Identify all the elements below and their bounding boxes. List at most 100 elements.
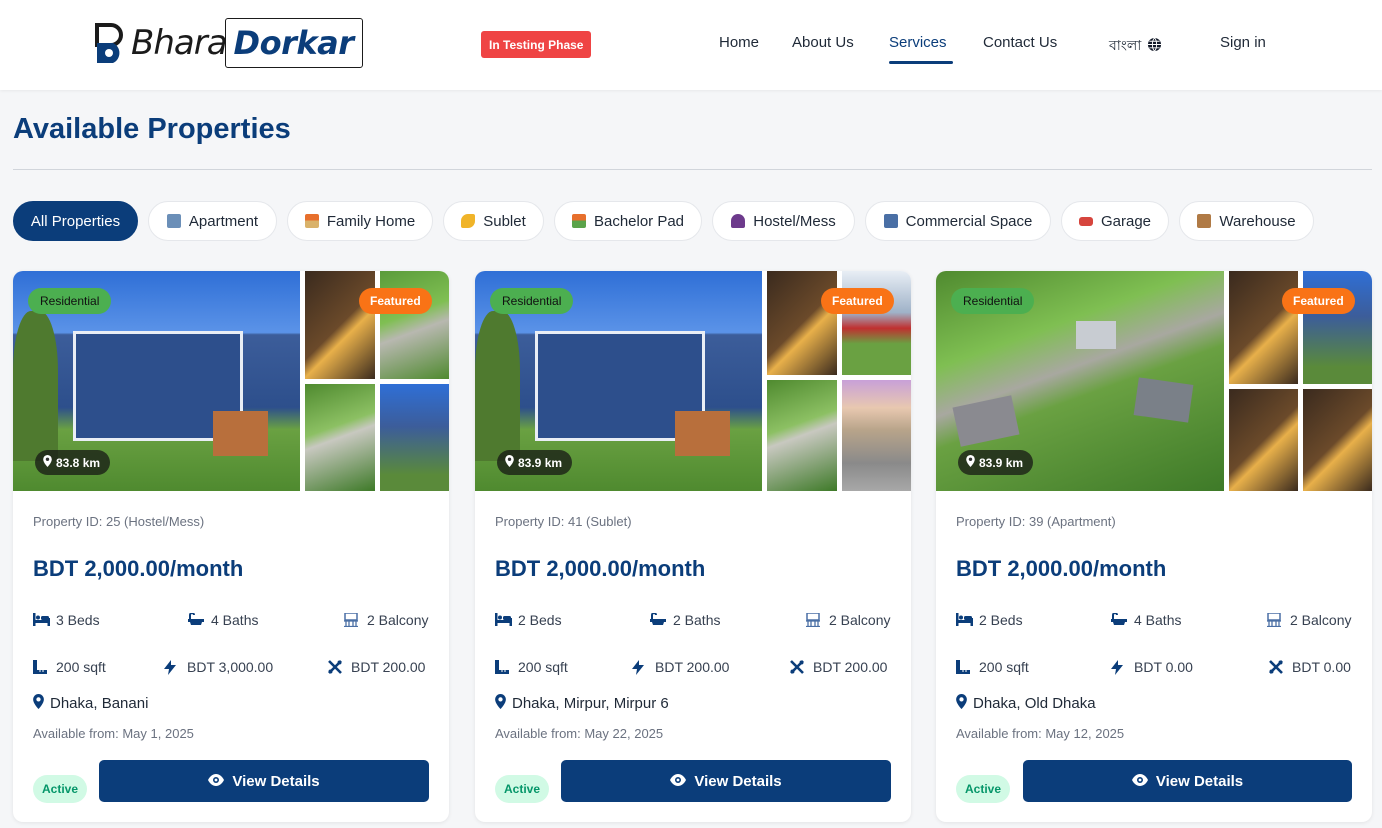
photo-blue-house-thumb[interactable] (380, 384, 449, 491)
baths-value: 4 Baths (1134, 612, 1182, 628)
balcony-info: 2 Balcony (344, 612, 428, 628)
size-value: 200 sqft (56, 659, 106, 675)
nav-active-underline (889, 61, 953, 64)
view-details-label: View Details (232, 772, 320, 790)
photo-stone-house[interactable] (842, 380, 911, 491)
page-title: Available Properties (13, 113, 291, 145)
filter-label: Garage (1100, 212, 1152, 230)
residential-tag: Residential (490, 288, 574, 314)
logo-box: Dorkar (224, 18, 363, 68)
tools-icon (790, 660, 806, 674)
nav-services[interactable]: Services (889, 34, 947, 51)
filter-commercial-space[interactable]: Commercial Space (865, 201, 1051, 241)
property-id: Property ID: 39 (Apartment) (956, 514, 1116, 529)
photo-aerial-neighborhood[interactable] (305, 384, 375, 491)
ruler-icon (33, 660, 49, 674)
eye-icon (208, 773, 225, 790)
status-badge: Active (495, 775, 550, 803)
filter-label: Hostel/Mess (753, 212, 836, 230)
filter-all-properties[interactable]: All Properties (13, 201, 138, 241)
brand-logo[interactable]: Bhara Dorkar (93, 18, 363, 68)
property-price: BDT 2,000.00/month (33, 556, 244, 581)
service-charge-value: BDT 0.00 (1292, 659, 1351, 675)
distance-badge: 83.8 km (35, 450, 111, 475)
testing-phase-badge: In Testing Phase (481, 31, 592, 58)
property-gallery[interactable]: Residential Featured 83.9 km (475, 271, 911, 491)
view-details-button[interactable]: View Details (1023, 760, 1352, 802)
location-value: Dhaka, Mirpur, Mirpur 6 (512, 695, 669, 712)
photo-modern-house-3[interactable] (1303, 389, 1372, 491)
beds-info: 2 Beds (495, 612, 562, 628)
bed-icon (33, 613, 50, 627)
property-gallery[interactable]: Residential Featured 83.8 km (13, 271, 449, 491)
balcony-info: 2 Balcony (806, 612, 890, 628)
residential-tag: Residential (28, 288, 112, 314)
featured-tag: Featured (1282, 288, 1355, 314)
view-details-button[interactable]: View Details (99, 760, 429, 802)
key-icon (461, 214, 476, 228)
nav-about-us[interactable]: About Us (792, 34, 854, 51)
bolt-icon (164, 660, 180, 675)
beds-value: 2 Beds (518, 612, 562, 628)
logo-text-dorkar: Dorkar (233, 24, 354, 62)
electricity-info: BDT 200.00 (632, 659, 729, 675)
bolt-icon (632, 660, 648, 675)
balcony-icon (344, 612, 360, 628)
ruler-icon (495, 660, 511, 674)
ruler-icon (956, 660, 972, 674)
tools-icon (328, 660, 344, 674)
available-from: Available from: May 22, 2025 (495, 726, 664, 741)
map-marker-icon (33, 694, 44, 713)
property-card: Residential Featured 83.9 km Property ID… (936, 271, 1372, 822)
property-id: Property ID: 41 (Sublet) (495, 514, 632, 529)
filter-family-home[interactable]: Family Home (287, 201, 433, 241)
size-value: 200 sqft (518, 659, 568, 675)
baths-info: 4 Baths (188, 612, 258, 628)
featured-tag: Featured (359, 288, 432, 314)
sign-in-link[interactable]: Sign in (1220, 34, 1266, 51)
service-charge-value: BDT 200.00 (813, 659, 888, 675)
bed-icon (956, 613, 973, 627)
bolt-icon (1111, 660, 1127, 675)
language-switcher[interactable]: বাংলা (1109, 34, 1162, 58)
property-price: BDT 2,000.00/month (495, 556, 706, 581)
filter-label: Bachelor Pad (593, 212, 685, 230)
photo-modern-house[interactable] (1229, 271, 1298, 384)
filter-apartment[interactable]: Apartment (148, 201, 277, 241)
photo-modern-house[interactable] (305, 271, 375, 379)
filter-sublet[interactable]: Sublet (443, 201, 544, 241)
title-divider (13, 169, 1372, 170)
beds-info: 3 Beds (33, 612, 100, 628)
filter-warehouse[interactable]: Warehouse (1179, 201, 1314, 241)
map-marker-icon (495, 694, 506, 713)
nav-home[interactable]: Home (719, 34, 759, 51)
electricity-value: BDT 200.00 (655, 659, 730, 675)
baths-value: 4 Baths (211, 612, 259, 628)
size-value: 200 sqft (979, 659, 1029, 675)
electricity-info: BDT 0.00 (1111, 659, 1193, 675)
bath-icon (650, 612, 666, 627)
car-icon (1078, 216, 1093, 226)
filter-label: Family Home (326, 212, 416, 230)
status-badge: Active (956, 775, 1011, 803)
filter-garage[interactable]: Garage (1061, 201, 1169, 241)
balcony-value: 2 Balcony (829, 612, 891, 628)
people-icon (731, 214, 746, 228)
photo-white-house-red-door[interactable] (842, 271, 911, 375)
distance-value: 83.9 km (518, 455, 563, 470)
service-charge-info: BDT 200.00 (790, 659, 887, 675)
photo-modern-house-2[interactable] (1229, 389, 1298, 491)
view-details-label: View Details (1155, 772, 1244, 790)
building-icon (166, 214, 181, 228)
property-id: Property ID: 25 (Hostel/Mess) (33, 514, 205, 529)
photo-aerial-neighborhood[interactable] (767, 380, 837, 491)
available-from: Available from: May 1, 2025 (33, 726, 194, 741)
filter-hostel-mess[interactable]: Hostel/Mess (712, 201, 855, 241)
nav-contact-us[interactable]: Contact Us (983, 34, 1057, 51)
view-details-button[interactable]: View Details (561, 760, 891, 802)
bath-icon (188, 612, 204, 627)
filter-bachelor-pad[interactable]: Bachelor Pad (554, 201, 702, 241)
photo-modern-house[interactable] (767, 271, 837, 375)
house-icon (304, 214, 319, 228)
property-gallery[interactable]: Residential Featured 83.9 km (936, 271, 1372, 491)
